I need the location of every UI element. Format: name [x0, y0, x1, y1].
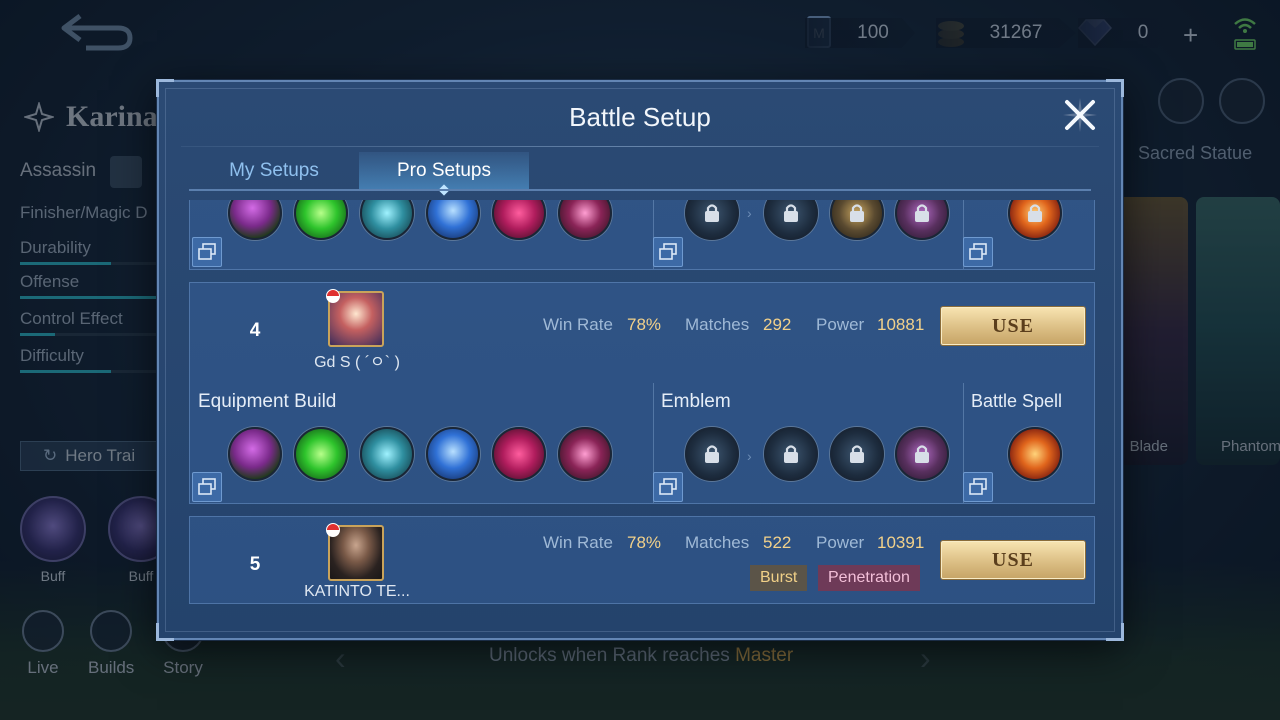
magic-shoes-icon[interactable] — [228, 427, 282, 481]
copy-icon[interactable] — [653, 237, 683, 267]
chevron-right-icon: › — [747, 448, 752, 464]
frame-corner — [1106, 79, 1124, 97]
holy-crystal-icon[interactable] — [426, 200, 480, 240]
build-panel-partial: › — [189, 200, 1095, 270]
blood-wings-icon[interactable] — [492, 200, 546, 240]
player-name: KATINTO TE... — [304, 583, 410, 600]
matches-value: 522 — [763, 533, 792, 552]
power-value: 10881 — [877, 315, 925, 334]
lock-icon — [784, 204, 798, 222]
lock-icon — [705, 445, 719, 463]
tab-pro-setups[interactable]: Pro Setups — [359, 152, 529, 190]
power-value: 10391 — [877, 533, 925, 552]
emblem-talent-icon[interactable] — [830, 427, 884, 481]
lock-icon — [705, 204, 719, 222]
matches-value: 292 — [763, 315, 792, 334]
close-icon[interactable] — [1061, 96, 1099, 134]
tab-my-setups[interactable]: My Setups — [189, 152, 359, 190]
lightning-truncheon-icon[interactable] — [360, 427, 414, 481]
lock-icon — [850, 445, 864, 463]
penetration-tag: Penetration — [818, 565, 920, 591]
copy-icon[interactable] — [963, 472, 993, 502]
lock-icon — [850, 204, 864, 222]
lock-icon — [784, 445, 798, 463]
matches-label: Matches — [685, 315, 750, 334]
pro-setup-card: 5 KATINTO TE... Win Rate 78% Matches 522… — [189, 516, 1095, 604]
win-rate-label: Win Rate — [543, 315, 613, 334]
frame-corner — [1106, 623, 1124, 641]
power-label: Power — [816, 315, 865, 334]
emblem-talent-icon[interactable] — [830, 200, 884, 240]
clock-of-destiny-icon[interactable] — [294, 427, 348, 481]
emblem-locked-icon[interactable] — [685, 427, 739, 481]
emblem-talent-icon[interactable] — [895, 427, 949, 481]
pro-setups-list[interactable]: › 4 Gd S ( ´ㅇ` ) Win Rate 78% Matches 29… — [189, 200, 1095, 604]
blood-wings-icon[interactable] — [492, 427, 546, 481]
tabs-divider — [189, 189, 1091, 191]
setup-tabs: My Setups Pro Setups — [189, 152, 529, 190]
divine-glaive-icon[interactable] — [558, 427, 612, 481]
lock-icon — [915, 445, 929, 463]
emblem-talent-icon[interactable] — [764, 200, 818, 240]
frame-corner — [156, 79, 174, 97]
chevron-right-icon: › — [747, 205, 752, 221]
execute-spell-icon[interactable] — [1008, 427, 1062, 481]
win-rate-value: 78% — [627, 533, 662, 552]
lock-icon — [1028, 204, 1042, 222]
spell-locked-icon[interactable] — [1008, 200, 1062, 240]
power-label: Power — [816, 533, 865, 552]
battle-spell-title: Battle Spell — [971, 391, 1063, 411]
burst-tag: Burst — [750, 565, 808, 591]
equipment-build-title: Equipment Build — [198, 391, 337, 412]
title-divider — [181, 146, 1099, 147]
win-rate-value: 78% — [627, 315, 662, 334]
setup-rank: 4 — [249, 320, 261, 341]
copy-icon[interactable] — [192, 472, 222, 502]
win-rate-label: Win Rate — [543, 533, 613, 552]
matches-label: Matches — [685, 533, 750, 552]
player-name: Gd S ( ´ㅇ` ) — [314, 354, 400, 371]
magic-shoes-icon[interactable] — [228, 200, 282, 240]
dialog-title: Battle Setup — [569, 102, 711, 132]
copy-icon[interactable] — [192, 237, 222, 267]
copy-icon[interactable] — [653, 472, 683, 502]
emblem-talent-icon[interactable] — [764, 427, 818, 481]
emblem-locked-icon[interactable] — [685, 200, 739, 240]
battle-setup-dialog: Battle Setup My Setups Pro Setups › 4 Gd… — [156, 79, 1124, 641]
frame-corner — [156, 623, 174, 641]
copy-icon[interactable] — [963, 237, 993, 267]
emblem-title: Emblem — [661, 391, 731, 412]
lightning-truncheon-icon[interactable] — [360, 200, 414, 240]
flag-icon — [326, 523, 340, 537]
divine-glaive-icon[interactable] — [558, 200, 612, 240]
lock-icon — [915, 204, 929, 222]
pro-setup-card: 4 Gd S ( ´ㅇ` ) Win Rate 78% Matches 292 … — [189, 282, 1095, 504]
clock-of-destiny-icon[interactable] — [294, 200, 348, 240]
setup-rank: 5 — [249, 554, 261, 575]
use-setup-button[interactable]: USE — [941, 541, 1085, 579]
use-setup-button[interactable]: USE — [941, 307, 1085, 345]
emblem-talent-icon[interactable] — [895, 200, 949, 240]
flag-icon — [326, 289, 340, 303]
holy-crystal-icon[interactable] — [426, 427, 480, 481]
